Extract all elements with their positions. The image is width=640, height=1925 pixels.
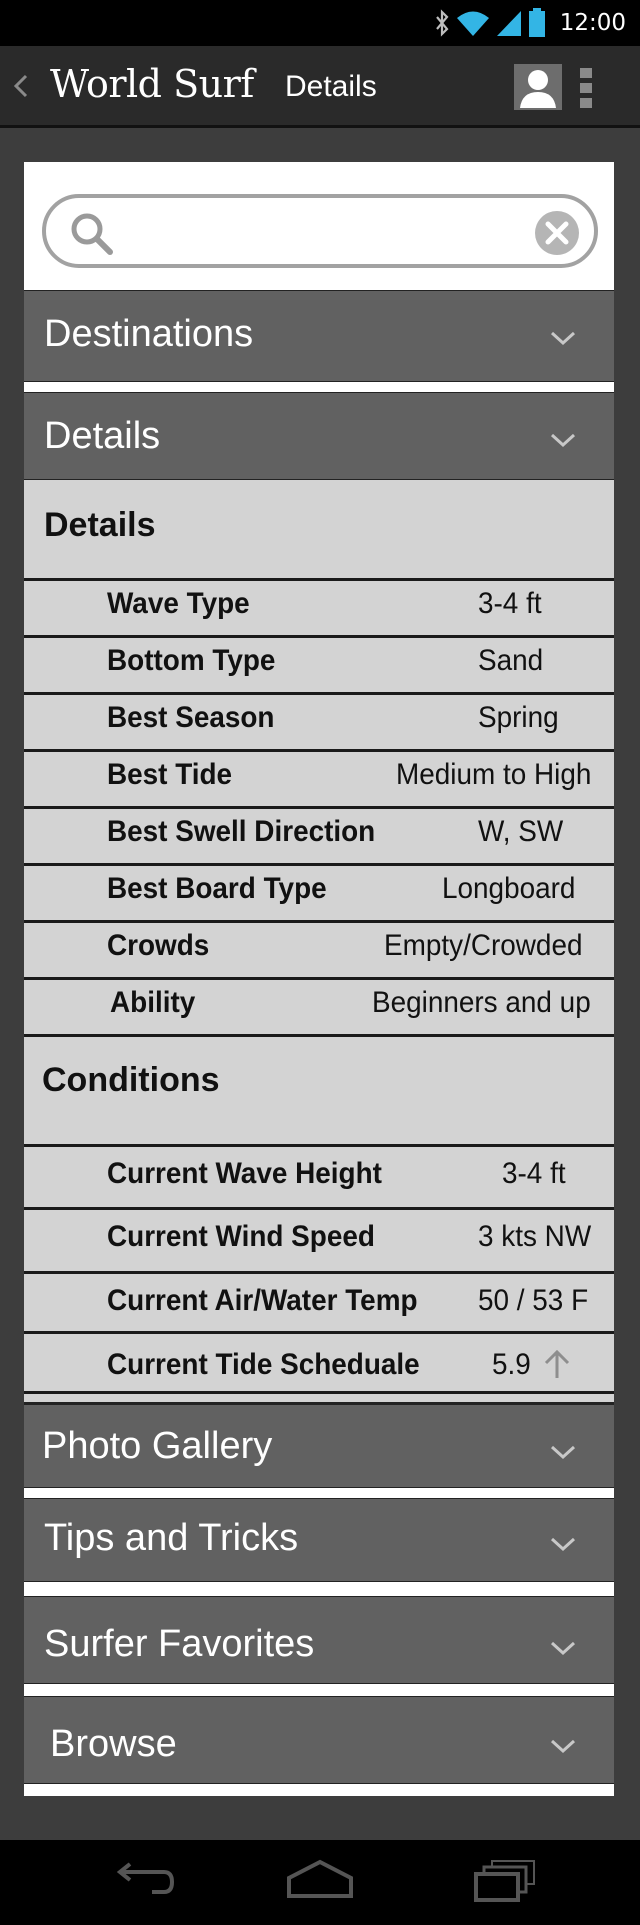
divider (24, 1582, 614, 1596)
chevron-down-icon (550, 433, 576, 448)
detail-label: Best Tide (107, 758, 233, 791)
content-area: Destinations Details Details Wave Type 3… (0, 128, 640, 1840)
status-time: 12:00 (559, 10, 626, 36)
wifi-icon (456, 11, 489, 36)
detail-row-best-board-type: Best Board Type Longboard (24, 863, 614, 920)
detail-label: Best Season (107, 701, 275, 734)
conditions-heading-block: Conditions (24, 1034, 614, 1144)
details-heading: Details (44, 506, 156, 544)
detail-row-best-tide: Best Tide Medium to High (24, 749, 614, 806)
section-details-label: Details (44, 415, 161, 457)
recent-apps-nav-icon[interactable] (470, 1858, 540, 1904)
section-photo-gallery[interactable]: Photo Gallery (24, 1402, 614, 1488)
section-destinations[interactable]: Destinations (24, 290, 614, 382)
detail-row-bottom-type: Bottom Type Sand (24, 635, 614, 692)
detail-value: W, SW (478, 815, 564, 848)
detail-label: Wave Type (107, 587, 250, 620)
battery-icon (528, 8, 545, 37)
status-bar: 12:00 (0, 0, 640, 46)
status-icons: 12:00 (434, 8, 626, 38)
detail-label: Best Board Type (107, 872, 327, 905)
condition-label: Current Tide Scheduale (107, 1348, 420, 1381)
detail-label: Best Swell Direction (107, 815, 376, 848)
profile-icon[interactable] (514, 64, 562, 110)
section-surfer-favorites-label: Surfer Favorites (44, 1623, 315, 1665)
overflow-menu-icon[interactable] (576, 66, 596, 110)
signal-icon (496, 11, 521, 36)
condition-label: Current Air/Water Temp (107, 1284, 418, 1317)
section-details[interactable]: Details (24, 392, 614, 480)
condition-value: 3 kts NW (478, 1220, 592, 1253)
condition-label: Current Wind Speed (107, 1220, 375, 1253)
chevron-down-icon (550, 1537, 576, 1552)
chevron-down-icon (550, 1739, 576, 1754)
clear-search-icon[interactable] (534, 210, 580, 256)
detail-label: Ability (110, 986, 196, 1019)
section-tips-and-tricks-label: Tips and Tricks (44, 1517, 299, 1559)
system-nav-bar (0, 1840, 640, 1925)
detail-row-ability: Ability Beginners and up (24, 977, 614, 1034)
action-bar: World Surf Details (0, 46, 640, 128)
detail-row-crowds: Crowds Empty/Crowded (24, 920, 614, 977)
chevron-down-icon (550, 331, 576, 346)
condition-row-air-water-temp: Current Air/Water Temp 50 / 53 F (24, 1271, 614, 1331)
conditions-heading: Conditions (42, 1061, 220, 1099)
divider (24, 1684, 614, 1696)
divider (24, 1488, 614, 1498)
condition-label: Current Wave Height (107, 1157, 382, 1190)
condition-value: 50 / 53 F (478, 1284, 589, 1317)
detail-value: Sand (478, 644, 544, 677)
section-photo-gallery-label: Photo Gallery (42, 1425, 273, 1467)
details-heading-block: Details (24, 480, 614, 580)
condition-row-wind-speed: Current Wind Speed 3 kts NW (24, 1207, 614, 1271)
detail-value: 3-4 ft (478, 587, 542, 620)
detail-value: Beginners and up (372, 986, 591, 1019)
condition-value: 3-4 ft (502, 1157, 566, 1190)
detail-value: Empty/Crowded (384, 929, 583, 962)
section-destinations-label: Destinations (44, 313, 254, 355)
chevron-down-icon (550, 1445, 576, 1460)
divider (24, 382, 614, 392)
detail-label: Bottom Type (107, 644, 276, 677)
condition-row-tide-schedule: Current Tide Scheduale 5.9 (24, 1331, 614, 1391)
back-nav-icon[interactable] (108, 1858, 178, 1904)
section-browse-label: Browse (50, 1723, 177, 1765)
detail-row-wave-type: Wave Type 3-4 ft (24, 578, 614, 635)
detail-value: Longboard (442, 872, 576, 905)
app-title[interactable]: World Surf (50, 62, 254, 106)
search-icon (71, 213, 113, 255)
bluetooth-icon (435, 9, 449, 37)
chevron-down-icon (550, 1641, 576, 1656)
section-surfer-favorites[interactable]: Surfer Favorites (24, 1596, 614, 1684)
detail-label: Crowds (107, 929, 210, 962)
search-input[interactable] (130, 208, 520, 256)
detail-row-best-season: Best Season Spring (24, 692, 614, 749)
arrow-up-icon (544, 1349, 570, 1378)
section-browse[interactable]: Browse (24, 1696, 614, 1784)
screen-title: Details (285, 70, 377, 103)
back-icon[interactable] (8, 66, 32, 106)
detail-row-best-swell-direction: Best Swell Direction W, SW (24, 806, 614, 863)
detail-value: Spring (478, 701, 559, 734)
condition-row-wave-height: Current Wave Height 3-4 ft (24, 1144, 614, 1207)
search-bar[interactable] (42, 194, 598, 268)
condition-value: 5.9 (492, 1348, 531, 1381)
home-nav-icon[interactable] (285, 1858, 355, 1904)
detail-value: Medium to High (396, 758, 592, 791)
details-panel: Destinations Details Details Wave Type 3… (24, 162, 614, 1796)
section-tips-and-tricks[interactable]: Tips and Tricks (24, 1498, 614, 1582)
